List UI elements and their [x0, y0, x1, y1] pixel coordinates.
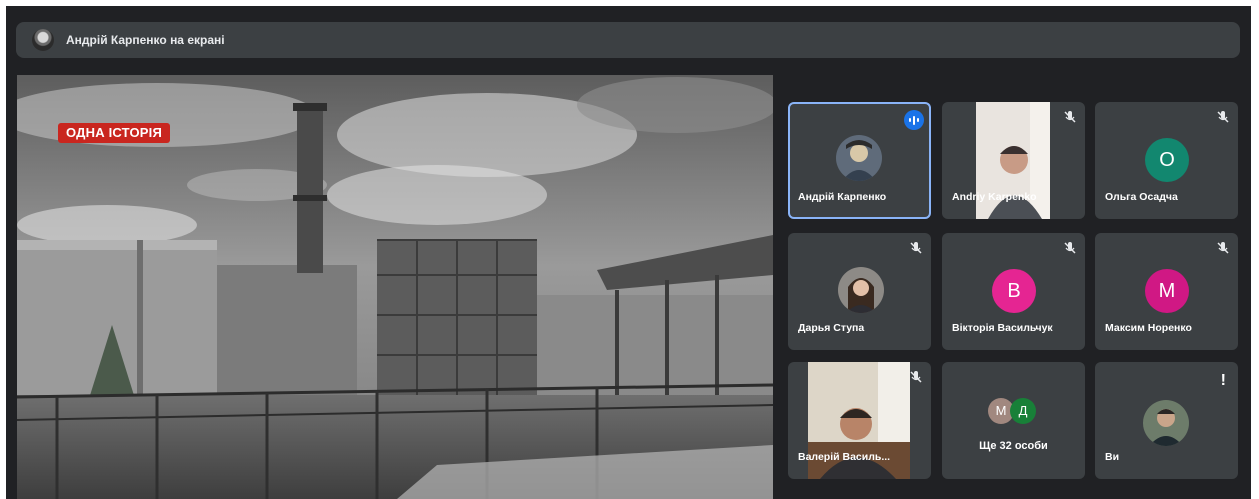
participant-name: Андрій Карпенко: [798, 191, 887, 203]
participant-avatar: [1143, 400, 1189, 446]
presenter-avatar: [32, 29, 54, 51]
mic-off-icon: [1064, 242, 1076, 254]
participant-name: Дарья Ступа: [798, 322, 865, 334]
participant-tile-self[interactable]: ! Ви: [1095, 362, 1238, 479]
presenting-banner: Андрій Карпенко на екрані: [16, 22, 1240, 58]
participant-tile-darya-stupa[interactable]: Дарья Ступа: [788, 233, 931, 350]
speaking-indicator-icon: [904, 110, 924, 130]
more-participants-label: Ще 32 особи: [979, 440, 1048, 452]
participant-tile-olha-osadcha[interactable]: О Ольга Осадча: [1095, 102, 1238, 219]
participant-name: Вікторія Васильчук: [952, 322, 1053, 334]
participant-tile-maksym-norenko[interactable]: М Максим Норенко: [1095, 233, 1238, 350]
participant-tile-andrii-karpenko[interactable]: Андрій Карпенко: [788, 102, 931, 219]
participant-tile-andriy-karpenko[interactable]: Andriy Karpenko: [942, 102, 1085, 219]
participant-name: Максим Норенко: [1105, 322, 1192, 334]
participant-tile-viktoriia-vasylchuk[interactable]: В Вікторія Васильчук: [942, 233, 1085, 350]
participant-avatar: О: [1145, 138, 1189, 182]
shared-screen[interactable]: ОДНА ІСТОРІЯ: [17, 75, 773, 499]
more-participants-tile[interactable]: М Д Ще 32 особи: [942, 362, 1085, 479]
participant-name: Ви: [1105, 451, 1120, 463]
participant-avatar: М: [1145, 269, 1189, 313]
participant-avatar: [836, 135, 882, 181]
participant-avatar: [838, 267, 884, 313]
meeting-window: Андрій Карпенко на екрані ОДНА ІСТОРІЯ А…: [6, 6, 1251, 499]
mic-off-icon: [1217, 111, 1229, 123]
show-title-badge: ОДНА ІСТОРІЯ: [58, 123, 171, 143]
mic-off-icon: [1217, 242, 1229, 254]
presenting-banner-text: Андрій Карпенко на екрані: [66, 33, 225, 47]
participant-name: Валерій Василь...: [798, 451, 891, 463]
participant-name: Ольга Осадча: [1105, 191, 1178, 203]
participant-avatar: В: [992, 269, 1036, 313]
mic-off-icon: [910, 371, 922, 383]
participant-name: Andriy Karpenko: [952, 191, 1037, 203]
mic-off-icon: [910, 242, 922, 254]
participant-tile-valerii-vasyl[interactable]: Валерій Василь...: [788, 362, 931, 479]
alert-icon: !: [1220, 372, 1226, 389]
more-participants-avatar: Д: [1010, 398, 1036, 424]
mic-off-icon: [1064, 111, 1076, 123]
